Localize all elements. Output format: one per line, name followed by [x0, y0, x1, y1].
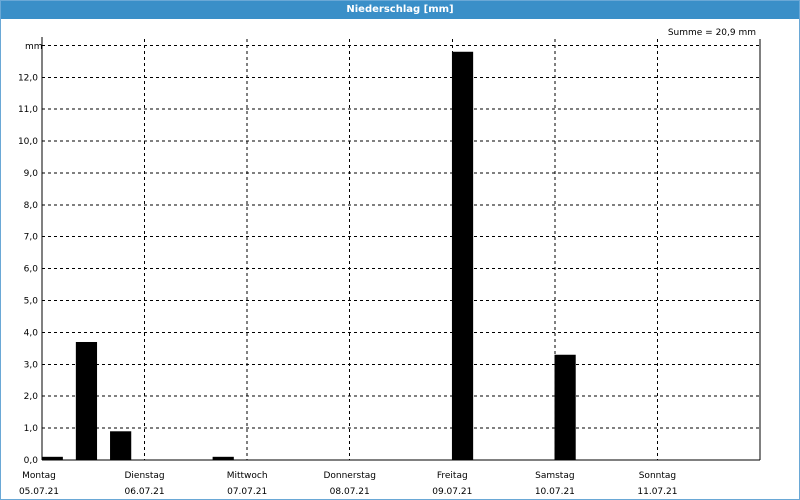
y-tick-label: 9,0	[24, 169, 39, 179]
y-tick-label: 3,0	[24, 360, 39, 370]
x-tick-date: 06.07.21	[125, 487, 165, 497]
x-tick-date: 07.07.21	[227, 487, 267, 497]
x-tick-weekday: Freitag	[437, 471, 468, 481]
x-tick-date: 08.07.21	[330, 487, 370, 497]
precipitation-bar	[110, 431, 132, 460]
y-tick-label: 12,0	[18, 73, 38, 83]
y-tick-label: 6,0	[24, 265, 39, 275]
y-tick-label: 1,0	[24, 424, 39, 434]
chart-window: Niederschlag [mm] Summe = 20,9 mm mm 0,0 1,…	[0, 0, 800, 500]
summary-label: Summe = 20,9 mm	[668, 28, 756, 38]
x-tick-weekday: Donnerstag	[323, 471, 376, 481]
x-tick-weekday: Dienstag	[125, 471, 165, 481]
x-tick-date: 10.07.21	[535, 487, 575, 497]
x-tick-weekday: Samstag	[535, 471, 574, 481]
x-tick-weekday: Montag	[22, 471, 56, 481]
x-tick-date: 05.07.21	[19, 487, 59, 497]
x-tick-date: 09.07.21	[432, 487, 472, 497]
y-tick-label: 0,0	[24, 456, 39, 466]
y-tick-label: 11,0	[18, 105, 38, 115]
y-tick-label: 5,0	[24, 297, 39, 307]
y-tick-label: 7,0	[24, 233, 39, 243]
x-tick-weekday: Mittwoch	[227, 471, 268, 481]
y-tick-label: 10,0	[18, 137, 38, 147]
y-tick-label: 8,0	[24, 201, 39, 211]
y-tick-label: 2,0	[24, 392, 39, 402]
y-tick-label: 4,0	[24, 328, 39, 338]
y-axis-unit: mm	[25, 42, 43, 52]
precipitation-bar	[554, 354, 576, 460]
x-tick-weekday: Sonntag	[639, 471, 676, 481]
precipitation-chart: Summe = 20,9 mm mm 0,0 1,0 2,0 3,0 4,0 5,0 6,0 7,…	[18, 28, 761, 497]
x-tick-date: 11.07.21	[637, 487, 677, 497]
precipitation-bar	[75, 341, 98, 460]
precipitation-bar	[451, 51, 474, 461]
